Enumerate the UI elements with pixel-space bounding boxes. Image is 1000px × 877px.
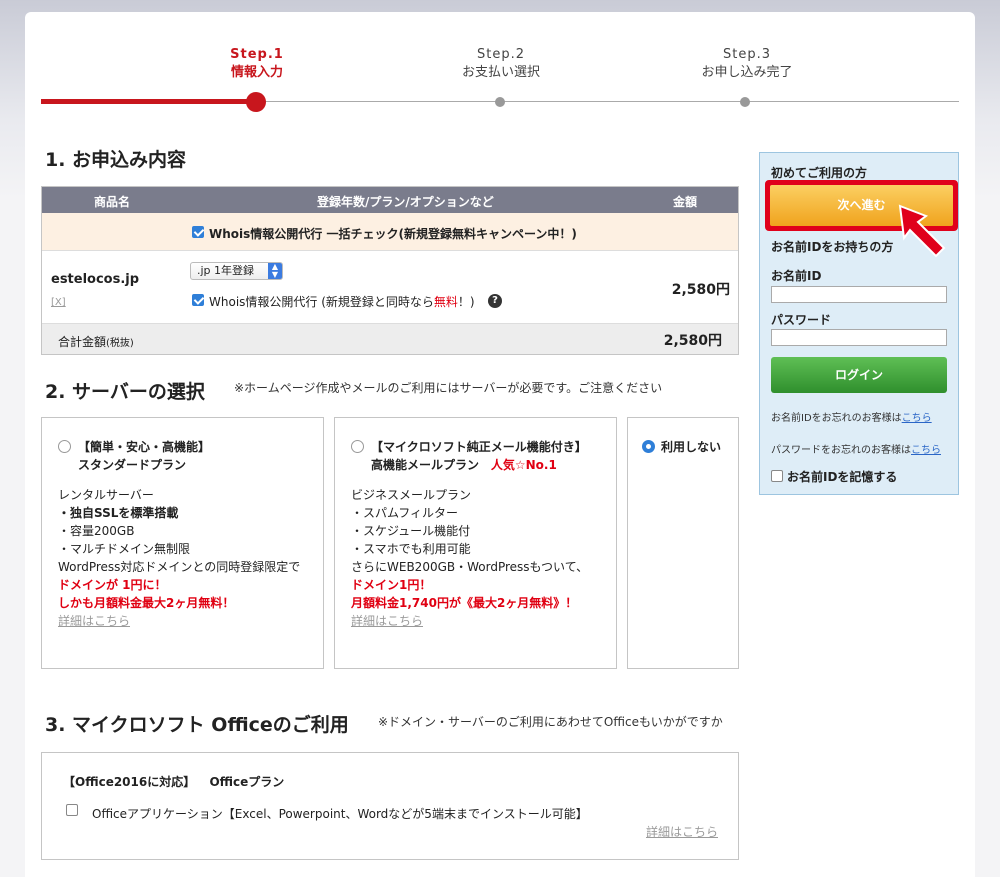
section-1-title: 1. お申込み内容 [45,149,187,171]
mail-plan-tag: 【マイクロソフト純正メール機能付き】 [371,440,587,454]
remember-label: お名前IDを記憶する [787,470,898,484]
mail-plan-name: 高機能メールプラン [371,458,480,472]
standard-plan-tag: 【簡単・安心・高機能】 [78,440,211,454]
mail-line-2: ・スパムフィルター [351,506,459,520]
password-label: パスワード [771,313,832,327]
mail-detail-link[interactable]: 詳細はこちら [351,612,588,630]
plan-select-value: .jp 1年登録 [197,264,255,277]
office-plan-tag: 【Office2016に対応】 [63,775,196,789]
step-2-label: お支払い選択 [461,65,540,80]
mail-line-3: ・スケジュール機能付 [351,524,471,538]
header-product: 商品名 [94,195,131,209]
progress-fill [41,99,256,104]
mail-line-5: さらにWEB200GB・WordPressもついて、 [351,560,589,574]
remove-link[interactable]: [X] [51,297,66,308]
office-plan-name: Officeプラン [209,775,285,789]
total-tax: (税抜) [106,338,134,349]
forgot-id-text: お名前IDをお忘れのお客様はこちら [771,409,932,424]
whois-checkbox[interactable] [192,294,204,306]
office-app-label: Officeアプリケーション【Excel、Powerpoint、Wordなどが5… [92,807,588,821]
step-3-label: お申し込み完了 [701,65,793,80]
campaign-checkbox[interactable] [192,226,204,238]
main-card: Step.1 情報入力 Step.2 お支払い選択 Step.3 お申し込み完了… [25,12,975,877]
office-box: 【Office2016に対応】 Officeプラン Officeアプリケーション… [41,752,739,860]
office-detail-link[interactable]: 詳細はこちら [646,823,718,840]
mail-plan-badge: 人気☆No.1 [490,458,557,472]
header-options: 登録年数/プラン/オプションなど [317,195,494,209]
password-input[interactable] [771,329,947,346]
has-id-label: お名前IDをお持ちの方 [771,240,894,254]
annotation-arrow-icon [898,204,946,258]
standard-line-4: ・マルチドメイン無制限 [58,542,191,556]
standard-line-6: ドメインが 1円に！ [58,578,167,592]
mail-plan-radio[interactable] [351,440,364,453]
section-3-note: ※ドメイン・サーバーのご利用にあわせてOfficeもいかがですか [378,715,723,729]
mail-line-1: ビジネスメールプラン [351,488,472,502]
mail-plan-details: ビジネスメールプラン ・スパムフィルター ・スケジュール機能付 ・スマホでも利用… [351,486,588,630]
no-server-radio[interactable] [642,440,655,453]
order-table-header: 商品名 登録年数/プラン/オプションなど 金額 [42,187,738,213]
step-2-dot [495,97,505,107]
standard-plan-radio[interactable] [58,440,71,453]
office-checkbox[interactable] [66,804,78,816]
domain-name: estelocos.jp [51,272,140,287]
step-3-dot [740,97,750,107]
standard-plan-name: スタンダードプラン [78,458,187,472]
step-1-dot [246,92,266,112]
id-input[interactable] [771,286,947,303]
total-label: 合計金額(税抜) [58,333,134,350]
whois-label-pre: Whois情報公開代行 (新規登録と同時なら [209,295,434,309]
remember-checkbox[interactable] [771,470,783,482]
standard-plan-details: レンタルサーバー ・独自SSLを標準搭載 ・容量200GB ・マルチドメイン無制… [58,486,300,630]
domain-row: estelocos.jp [X] .jp 1年登録 ▲ ▼ Whois情報公開代行… [42,251,738,324]
order-table: 商品名 登録年数/プラン/オプションなど 金額 Whois情報公開代行 一括チェ… [41,186,739,355]
whois-label: Whois情報公開代行 (新規登録と同時なら無料！) [209,293,475,310]
section-2-title: 2. サーバーの選択 [45,381,205,403]
header-price: 金額 [673,195,698,209]
campaign-row: Whois情報公開代行 一括チェック(新規登録無料キャンペーン中！) [42,213,738,251]
section-2-note: ※ホームページ作成やメールのご利用にはサーバーが必要です。ご注意ください [234,381,663,395]
whois-free: 無料 [433,295,458,309]
standard-line-2: ・独自SSLを標準搭載 [58,506,179,520]
mail-plan-box[interactable]: 【マイクロソフト純正メール機能付き】 高機能メールプラン 人気☆No.1 ビジネ… [334,417,617,669]
forgot-pw-pre: パスワードをお忘れのお客様は [771,445,911,456]
mail-line-4: ・スマホでも利用可能 [351,542,471,556]
office-plan-heading: 【Office2016に対応】 Officeプラン [63,773,284,790]
campaign-label: Whois情報公開代行 一括チェック(新規登録無料キャンペーン中！) [209,227,577,241]
standard-plan-box[interactable]: 【簡単・安心・高機能】 スタンダードプラン レンタルサーバー ・独自SSLを標準… [41,417,324,669]
forgot-id-pre: お名前IDをお忘れのお客様は [771,413,902,424]
domain-price: 2,580円 [671,282,730,298]
total-price: 2,580円 [663,333,722,349]
standard-line-1: レンタルサーバー [58,488,154,502]
standard-line-5: WordPress対応ドメインとの同時登録限定で [58,560,301,574]
total-row: 合計金額(税抜) 2,580円 [42,324,738,354]
step-2-num: Step.2 [476,47,525,62]
help-icon[interactable]: ? [488,294,502,308]
id-label: お名前ID [771,269,822,283]
forgot-id-link[interactable]: こちら [902,413,932,424]
total-label-text: 合計金額 [58,335,107,349]
standard-line-3: ・容量200GB [58,524,135,538]
standard-detail-link[interactable]: 詳細はこちら [58,612,300,630]
no-server-label: 利用しない [661,440,722,454]
no-server-box[interactable]: 利用しない [627,417,739,669]
forgot-pw-link[interactable]: こちら [911,445,941,456]
step-1: Step.1 情報入力 [177,46,337,82]
step-2: Step.2 お支払い選択 [421,46,581,82]
section-3-title: 3. マイクロソフト Officeのご利用 [45,714,349,736]
step-3: Step.3 お申し込み完了 [667,46,827,82]
whois-label-post: ！) [457,295,475,309]
select-arrows-icon: ▲ ▼ [268,263,282,279]
standard-line-7: しかも月額料金最大2ヶ月無料！ [58,596,235,610]
mail-line-7: 月額料金1,740円が《最大2ヶ月無料》！ [351,596,578,610]
forgot-pw-text: パスワードをお忘れのお客様はこちら [771,441,941,456]
plan-select[interactable]: .jp 1年登録 ▲ ▼ [190,262,283,280]
step-1-num: Step.1 [230,47,284,62]
mail-plan-title: 高機能メールプラン 人気☆No.1 [371,456,557,474]
first-time-label: 初めてご利用の方 [771,166,868,180]
step-3-num: Step.3 [722,47,771,62]
login-button[interactable]: ログイン [771,357,947,393]
step-1-label: 情報入力 [230,65,283,80]
mail-line-6: ドメイン1円！ [351,578,432,592]
